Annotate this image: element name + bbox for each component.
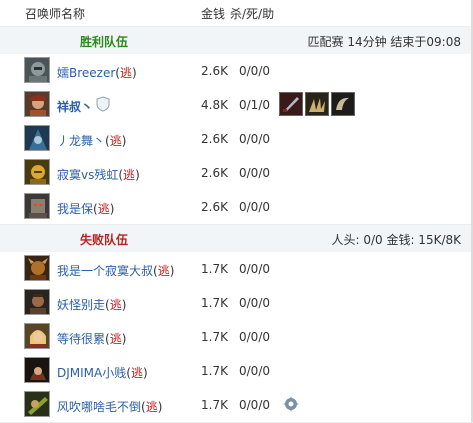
win-team-header: 胜利队伍 匹配赛 14分钟 结束于09:08: [0, 26, 473, 55]
player-gold: 1.7K: [201, 398, 228, 412]
green-gunner-portrait[interactable]: [24, 391, 50, 417]
player-kda: 0/0/0: [239, 364, 270, 378]
player-name[interactable]: DJMIMA小贱(逃): [57, 364, 148, 381]
stone-golem-portrait[interactable]: [24, 193, 50, 219]
player-kda: 0/0/0: [239, 64, 270, 78]
player-row[interactable]: 祥叔丶 4.8K 0/1/0: [0, 88, 473, 123]
player-kda: 0/0/0: [239, 296, 270, 310]
player-name[interactable]: 寂寞vs残虹(逃): [57, 166, 140, 183]
table-header: 召唤师名称 金钱 杀/死/助: [0, 0, 473, 27]
player-row[interactable]: 风吹哪啥毛不倒(逃) 1.7K 0/0/0: [0, 388, 473, 423]
item-slots: [279, 92, 357, 116]
summoner-column-header: 召唤师名称: [25, 7, 86, 21]
player-gold: 1.7K: [201, 296, 228, 310]
player-name[interactable]: 祥叔丶: [57, 98, 93, 115]
player-kda: 0/0/0: [239, 132, 270, 146]
lose-team-title: 失败队伍: [80, 233, 129, 247]
shield-icon: [96, 96, 110, 115]
player-kda: 0/1/0: [239, 98, 270, 112]
player-gold: 2.6K: [201, 64, 228, 78]
player-kda: 0/0/0: [239, 262, 270, 276]
brawler-portrait[interactable]: [24, 289, 50, 315]
golden-warrior-portrait[interactable]: [24, 159, 50, 185]
player-name[interactable]: 我是一个寂寞大叔(逃): [57, 262, 174, 279]
dark-mage-portrait[interactable]: [24, 357, 50, 383]
player-gold: 4.8K: [201, 98, 228, 112]
blonde-hero-portrait[interactable]: [24, 323, 50, 349]
player-name[interactable]: 丿龙舞丶(逃): [57, 132, 126, 149]
player-row[interactable]: 等待很累(逃) 1.7K 0/0/0: [0, 320, 473, 355]
player-row[interactable]: 嬬Breezer(逃) 2.6K 0/0/0: [0, 54, 473, 89]
claw-item[interactable]: [305, 92, 329, 116]
player-gold: 1.7K: [201, 262, 228, 276]
player-name[interactable]: 妖怪别走(逃): [57, 296, 126, 313]
player-row[interactable]: 丿龙舞丶(逃) 2.6K 0/0/0: [0, 122, 473, 157]
player-gold: 2.6K: [201, 132, 228, 146]
match-info: 匹配赛 14分钟 结束于09:08: [307, 35, 461, 49]
player-row[interactable]: 我是保(逃) 2.6K 0/0/0: [0, 190, 473, 225]
player-row[interactable]: 我是一个寂寞大叔(逃) 1.7K 0/0/0: [0, 252, 473, 287]
player-kda: 0/0/0: [239, 330, 270, 344]
player-name[interactable]: 风吹哪啥毛不倒(逃): [57, 398, 162, 415]
player-gold: 1.7K: [201, 364, 228, 378]
player-row[interactable]: DJMIMA小贱(逃) 1.7K 0/0/0: [0, 354, 473, 389]
player-gold: 2.6K: [201, 200, 228, 214]
lose-team-header: 失败队伍 人头: 0/0 金钱: 15K/8K: [0, 224, 473, 253]
player-gold: 1.7K: [201, 330, 228, 344]
dagger-item[interactable]: [279, 92, 303, 116]
hooded-figure-portrait[interactable]: [24, 125, 50, 151]
armored-knight-portrait[interactable]: [24, 57, 50, 83]
win-team-title: 胜利队伍: [80, 35, 129, 49]
player-kda: 0/0/0: [239, 200, 270, 214]
beast-warrior-portrait[interactable]: [24, 255, 50, 281]
horn-item[interactable]: [331, 92, 355, 116]
player-row[interactable]: 妖怪别走(逃) 1.7K 0/0/0: [0, 286, 473, 321]
player-kda: 0/0/0: [239, 166, 270, 180]
player-name[interactable]: 等待很累(逃): [57, 330, 126, 347]
kda-column-header: 杀/死/助: [230, 7, 275, 21]
gold-column-header: 金钱: [201, 7, 226, 21]
team-summary: 人头: 0/0 金钱: 15K/8K: [331, 233, 461, 247]
player-row[interactable]: 寂寞vs残虹(逃) 2.6K 0/0/0: [0, 156, 473, 191]
player-gold: 2.6K: [201, 166, 228, 180]
player-name[interactable]: 嬬Breezer(逃): [57, 64, 137, 81]
player-kda: 0/0/0: [239, 398, 270, 412]
player-name[interactable]: 我是保(逃): [57, 200, 114, 217]
gunslinger-portrait[interactable]: [24, 91, 50, 117]
gear-icon[interactable]: [283, 396, 299, 415]
